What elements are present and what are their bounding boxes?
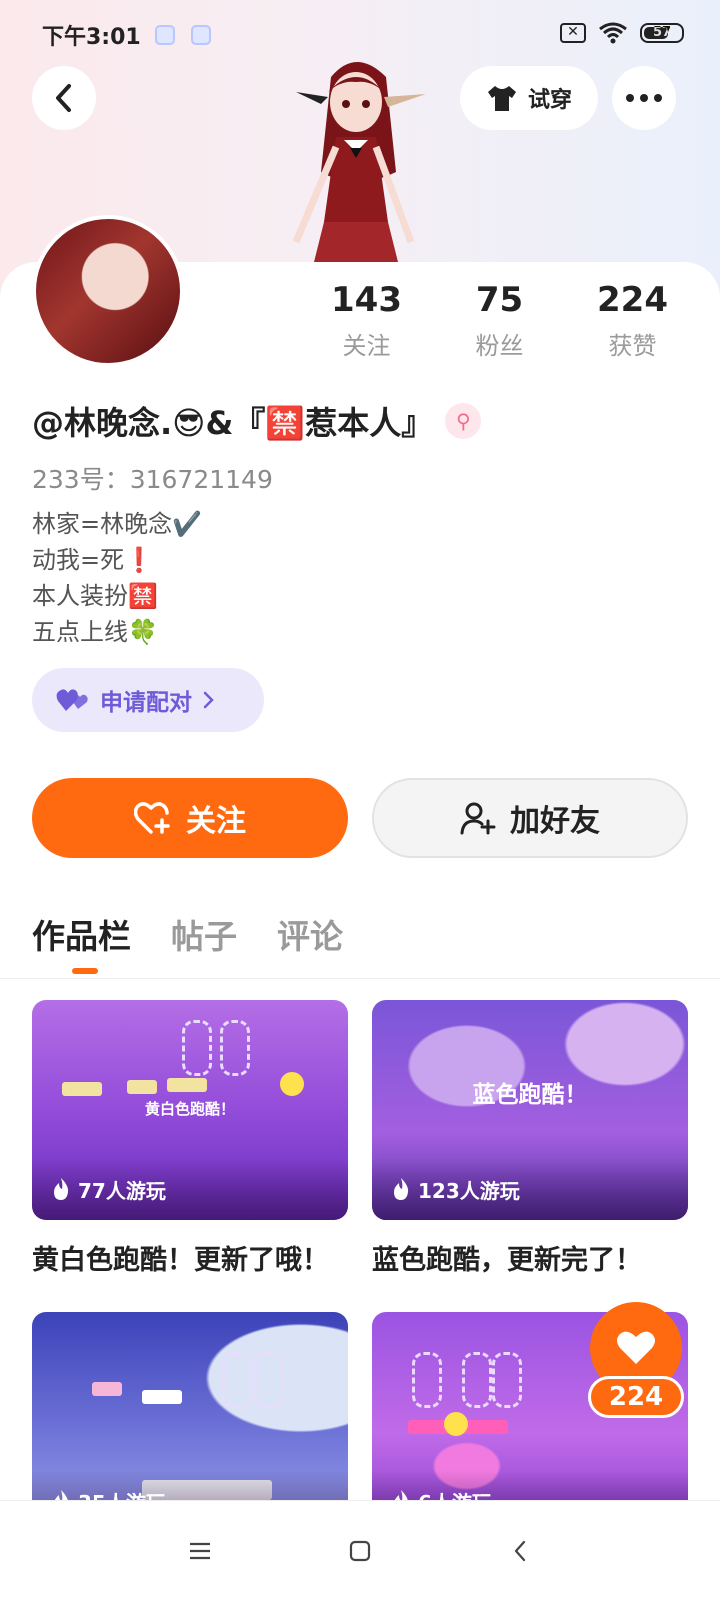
stat-followers[interactable]: 75 粉丝	[433, 280, 566, 361]
tab-works[interactable]: 作品栏	[32, 910, 131, 958]
spring	[462, 1352, 492, 1408]
request-pair-button[interactable]: 申请配对	[32, 668, 264, 732]
play-count-text: 123人游玩	[418, 1178, 520, 1203]
work-card[interactable]: 蓝色跑酷！ 123人游玩 蓝色跑酷，更新完了！	[372, 1000, 688, 1277]
stat-following[interactable]: 143 关注	[300, 280, 433, 361]
home-nav-button[interactable]	[340, 1531, 380, 1571]
spring	[182, 1020, 212, 1076]
stat-label: 获赞	[608, 332, 657, 360]
stat-label: 粉丝	[475, 332, 524, 360]
play-count: 123人游玩	[372, 1158, 688, 1220]
thumbnail-caption: 蓝色跑酷！	[472, 1082, 588, 1108]
spring	[492, 1352, 522, 1408]
avatar[interactable]	[32, 215, 184, 367]
add-user-icon	[460, 802, 496, 835]
try-on-label: 试穿	[527, 88, 572, 113]
work-thumbnail: 黄白色跑酷！ 77人游玩	[32, 1000, 348, 1220]
flame-icon	[394, 1178, 409, 1200]
work-thumbnail: 蓝色跑酷！ 123人游玩	[372, 1000, 688, 1220]
play-count: 77人游玩	[32, 1158, 348, 1220]
battery-level: 57	[652, 25, 672, 40]
gender-female-icon: ⚲	[445, 403, 482, 439]
flame-icon	[54, 1178, 69, 1200]
profile-tabs: 作品栏 帖子 评论	[32, 910, 343, 958]
menu-icon	[190, 1542, 210, 1559]
spring	[222, 1352, 252, 1408]
follow-label: 关注	[186, 804, 246, 839]
back-button[interactable]	[32, 66, 96, 130]
ball	[280, 1072, 304, 1096]
stat-value: 224	[597, 280, 668, 320]
thumbnail-caption: 黄白色跑酷！	[144, 1100, 235, 1118]
work-title: 蓝色跑酷，更新完了！	[372, 1245, 642, 1276]
platform	[127, 1080, 157, 1094]
play-count-text: 77人游玩	[78, 1178, 166, 1203]
floating-like-button[interactable]: 224	[586, 1302, 686, 1426]
status-time: 下午3:01	[42, 25, 141, 50]
shirt-icon	[487, 86, 516, 111]
add-friend-button[interactable]: 加好友	[372, 778, 688, 858]
platform	[92, 1382, 122, 1396]
bio-line: 林家=林晚念✔️	[32, 510, 202, 538]
spring	[254, 1352, 284, 1408]
heart-plus-icon	[134, 802, 170, 834]
try-on-button[interactable]: 试穿	[460, 66, 598, 130]
notification-app-icon	[154, 25, 175, 45]
username-row: @林晚念.😎&『🈲惹本人』 ⚲	[32, 398, 482, 444]
tabs-divider	[0, 978, 720, 979]
stat-value: 75	[475, 280, 524, 320]
bio-line: 动我=死❗	[32, 546, 154, 574]
ball	[444, 1412, 468, 1436]
heart-icon	[617, 1331, 655, 1364]
battery-icon: 57	[640, 23, 684, 43]
work-card[interactable]: 黄白色跑酷！ 77人游玩 黄白色跑酷！更新了哦！	[32, 1000, 348, 1277]
stat-likes[interactable]: 224 获赞	[566, 280, 699, 361]
tab-posts[interactable]: 帖子	[171, 910, 237, 958]
double-heart-icon	[56, 689, 88, 711]
spring	[220, 1020, 250, 1076]
back-chevron-icon	[514, 1540, 526, 1561]
bio: 林家=林晚念✔️ 动我=死❗ 本人装扮🈲 五点上线🍀	[32, 506, 202, 650]
stat-label: 关注	[342, 332, 391, 360]
tab-comments[interactable]: 评论	[277, 910, 343, 958]
platform	[142, 1390, 182, 1404]
platform	[167, 1078, 207, 1092]
back-nav-button[interactable]	[500, 1531, 540, 1571]
system-navigation-bar	[0, 1500, 720, 1600]
stat-value: 143	[331, 280, 402, 320]
like-count: 224	[588, 1376, 684, 1418]
follow-button[interactable]: 关注	[32, 778, 348, 858]
more-button[interactable]	[612, 66, 676, 130]
wifi-icon	[599, 22, 627, 44]
request-pair-label: 申请配对	[100, 690, 192, 716]
back-arrow-icon	[56, 84, 71, 112]
character-avatar-figure	[292, 62, 426, 262]
user-id[interactable]: 233号：316721149	[32, 460, 273, 496]
username: @林晚念.😎&『🈲惹本人』	[32, 404, 434, 442]
menu-nav-button[interactable]	[180, 1531, 220, 1571]
work-card[interactable]: 35人游玩	[32, 1312, 348, 1532]
no-sim-icon: ✕	[560, 23, 586, 43]
more-dots-icon	[626, 94, 662, 102]
work-thumbnail: 35人游玩	[32, 1312, 348, 1532]
bio-line: 五点上线🍀	[32, 618, 158, 646]
add-friend-label: 加好友	[510, 804, 600, 839]
spring	[412, 1352, 442, 1408]
home-square-icon	[349, 1540, 371, 1561]
chevron-right-icon	[203, 691, 214, 709]
work-title: 黄白色跑酷！更新了哦！	[32, 1245, 329, 1276]
profile-stats: 143 关注 75 粉丝 224 获赞	[300, 280, 700, 361]
notification-app-icon	[190, 25, 211, 45]
platform	[62, 1082, 102, 1096]
status-indicators: ✕ 57	[560, 22, 684, 44]
bio-line: 本人装扮🈲	[32, 582, 158, 610]
active-tab-indicator	[72, 968, 98, 974]
